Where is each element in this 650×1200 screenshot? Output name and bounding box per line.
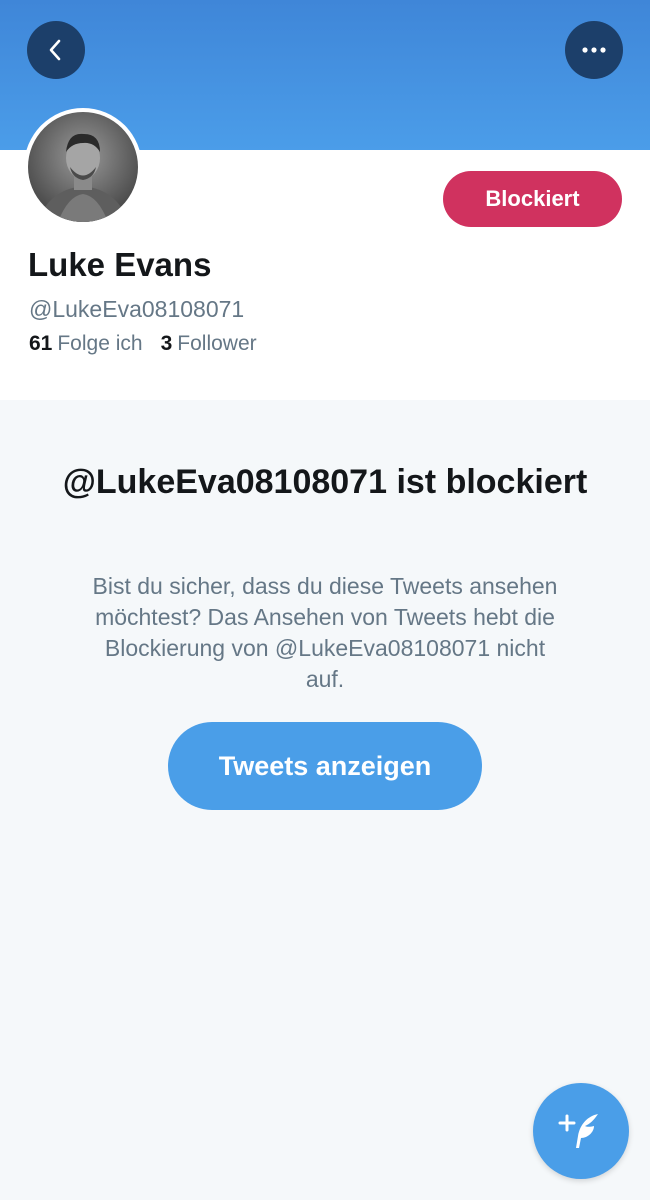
- more-horizontal-icon: [582, 47, 606, 53]
- compose-tweet-icon: [558, 1114, 598, 1148]
- back-button[interactable]: [27, 21, 85, 79]
- blocked-button[interactable]: Blockiert: [443, 171, 622, 227]
- blocked-notice-title: @LukeEva08108071 ist blockiert: [62, 463, 588, 501]
- more-options-button[interactable]: [565, 21, 623, 79]
- followers-label: Follower: [177, 332, 257, 355]
- following-label: Folge ich: [57, 332, 143, 355]
- followers-stat[interactable]: 3 Follower: [161, 332, 257, 356]
- blocked-notice-description: Bist du sicher, dass du diese Tweets ans…: [92, 573, 558, 692]
- chevron-left-icon: [49, 39, 61, 61]
- following-stat[interactable]: 61 Folge ich: [29, 332, 143, 356]
- user-handle: @LukeEva08108071: [29, 296, 245, 322]
- follow-stats: 61 Folge ich 3 Follower: [29, 332, 257, 356]
- avatar-photo: [28, 112, 138, 222]
- following-count: 61: [29, 332, 53, 355]
- followers-count: 3: [160, 332, 173, 355]
- compose-tweet-button[interactable]: [533, 1083, 629, 1179]
- profile-screen: Blockiert Luke Evans @LukeEva08108071 61…: [0, 0, 650, 1200]
- show-tweets-button[interactable]: Tweets anzeigen: [168, 722, 482, 810]
- display-name: Luke Evans: [28, 246, 212, 283]
- avatar[interactable]: [24, 108, 142, 226]
